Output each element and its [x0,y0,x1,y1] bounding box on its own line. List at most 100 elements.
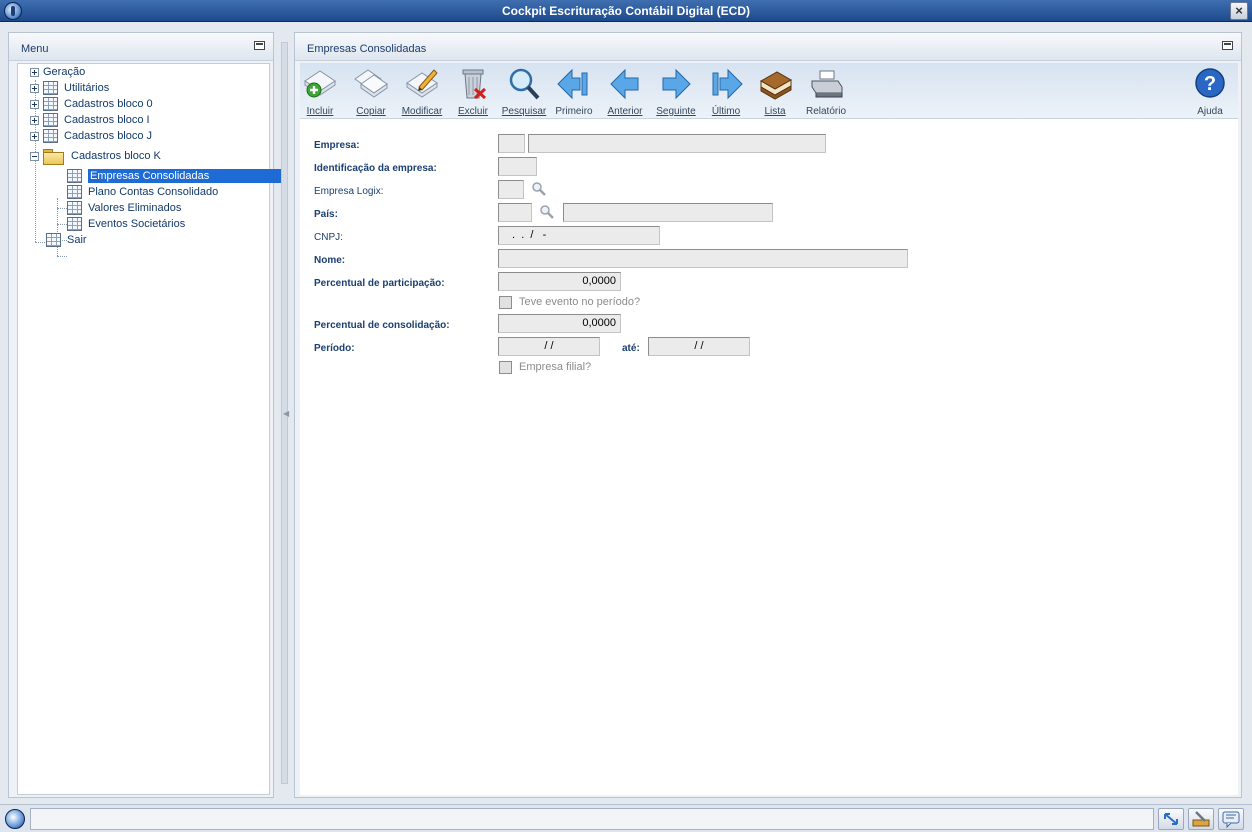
folder-open-icon [43,149,64,165]
tools-icon [1192,811,1210,827]
pais-label: País: [314,209,338,220]
splitter-grip-icon[interactable]: ◀ [283,409,289,418]
close-button[interactable]: × [1230,2,1248,20]
content-minimize-button[interactable] [1222,41,1233,50]
periodo-inicio-field[interactable]: / / [498,337,600,356]
grid-icon [43,81,58,95]
percentual-participacao-label: Percentual de participação: [314,278,445,289]
menu-item-plano-contas-consolidado[interactable]: Plano Contas Consolidado [67,184,218,200]
menu-item-utilitarios[interactable]: Utilitários [30,80,109,96]
content-panel: Empresas Consolidadas Incluir Copiar Mod… [294,32,1242,798]
tree-guide-line [35,242,45,243]
grid-icon [67,169,82,183]
menu-item-cadastros-bloco-0[interactable]: Cadastros bloco 0 [30,96,153,112]
periodo-fim-field[interactable]: / / [648,337,750,356]
menu-panel: Menu Geração Utilitários Cadastros bloco… [8,32,281,798]
form-area: Empresa: Identificação da empresa: Empre… [300,119,1238,795]
pais-lookup-icon[interactable] [539,204,555,220]
tools-button[interactable] [1188,808,1214,830]
tree-guide-line [57,256,67,257]
book-icon [759,71,793,100]
menu-item-empresas-consolidadas[interactable]: Empresas Consolidadas [67,168,281,184]
resize-button[interactable] [1158,808,1184,830]
menu-minimize-button[interactable] [254,41,265,50]
identificacao-label: Identificação da empresa: [314,163,437,174]
title-bar: Cockpit Escrituração Contábil Digital (E… [0,0,1252,22]
relatorio-button[interactable]: Relatório [800,65,852,117]
cnpj-field[interactable]: . . / - [498,226,660,245]
first-record-icon [557,68,588,100]
expand-icon[interactable] [30,115,39,125]
menu-item-geracao[interactable]: Geração [30,64,85,80]
menu-item-label: Sair [67,234,87,246]
status-message-field [30,808,1154,830]
grid-icon [43,113,58,127]
menu-item-label: Cadastros bloco J [64,130,153,142]
percentual-consolidacao-field[interactable]: 0,0000 [498,314,621,333]
cnpj-label: CNPJ: [314,232,343,243]
trash-icon [462,69,487,100]
menu-item-label: Plano Contas Consolidado [88,186,219,198]
panel-splitter[interactable]: ◀ [281,42,289,784]
periodo-label: Período: [314,343,355,354]
menu-panel-header: Menu [9,33,273,61]
printer-icon [811,70,843,98]
empresa-code-field[interactable] [498,134,525,153]
menu-item-label: Cadastros bloco K [71,150,161,162]
percentual-participacao-field[interactable]: 0,0000 [498,272,621,291]
previous-record-icon [610,68,639,100]
expand-icon[interactable] [30,67,39,77]
status-bar [0,804,1252,832]
menu-item-cadastros-bloco-j[interactable]: Cadastros bloco J [30,128,152,144]
menu-item-label: Cadastros bloco I [64,114,150,126]
menu-item-valores-eliminados[interactable]: Valores Eliminados [67,200,181,216]
tree-guide-line [57,208,67,209]
empresa-logix-lookup-icon[interactable] [531,181,547,197]
collapse-icon[interactable] [30,151,39,161]
empresa-logix-field[interactable] [498,180,524,199]
grid-icon [67,185,82,199]
next-record-icon [662,68,691,100]
menu-tree: Geração Utilitários Cadastros bloco 0 Ca… [17,63,281,795]
app-logo-icon [5,809,25,829]
menu-title: Menu [21,43,49,55]
window-title: Cockpit Escrituração Contábil Digital (E… [501,4,751,18]
expand-icon[interactable] [30,131,39,141]
expand-icon[interactable] [30,99,39,109]
teve-evento-checkbox[interactable] [499,296,512,309]
tree-guide-line [57,224,67,225]
menu-item-cadastros-bloco-i[interactable]: Cadastros bloco I [30,112,150,128]
menu-item-label: Utilitários [64,82,110,94]
ate-label: até: [622,343,640,354]
relatorio-label: Relatório [805,106,847,117]
menu-item-sair[interactable]: Sair [46,232,87,248]
grid-icon [67,217,82,231]
empresa-filial-checkbox[interactable] [499,361,512,374]
content-title: Empresas Consolidadas [307,43,427,55]
messages-button[interactable] [1218,808,1244,830]
menu-item-eventos-societarios[interactable]: Eventos Societários [67,216,185,232]
grid-icon [43,129,58,143]
nome-field[interactable] [498,249,908,268]
empresa-logix-label: Empresa Logix: [314,186,384,197]
expand-icon[interactable] [30,83,39,93]
teve-evento-label: Teve evento no período? [519,296,641,308]
identificacao-field[interactable] [498,157,537,176]
empresa-filial-label: Empresa filial? [519,361,592,373]
content-panel-header: Empresas Consolidadas [295,33,1241,61]
copy-icon [354,69,388,98]
menu-item-label: Empresas Consolidadas [88,169,281,183]
help-icon: ? [1195,68,1225,98]
pais-code-field[interactable] [498,203,532,222]
empresa-name-field[interactable] [528,134,826,153]
menu-item-label: Cadastros bloco 0 [64,98,153,110]
edit-icon [406,69,438,98]
toolbar: Incluir Copiar Modificar Excluir Pesquis… [300,63,1238,119]
ajuda-button[interactable]: ? Ajuda [1184,65,1236,117]
pais-name-field[interactable] [563,203,773,222]
grid-icon [67,201,82,215]
grid-icon [46,233,61,247]
menu-item-cadastros-bloco-k[interactable]: Cadastros bloco K [30,148,161,165]
grid-icon [43,97,58,111]
menu-item-label: Valores Eliminados [88,202,182,214]
